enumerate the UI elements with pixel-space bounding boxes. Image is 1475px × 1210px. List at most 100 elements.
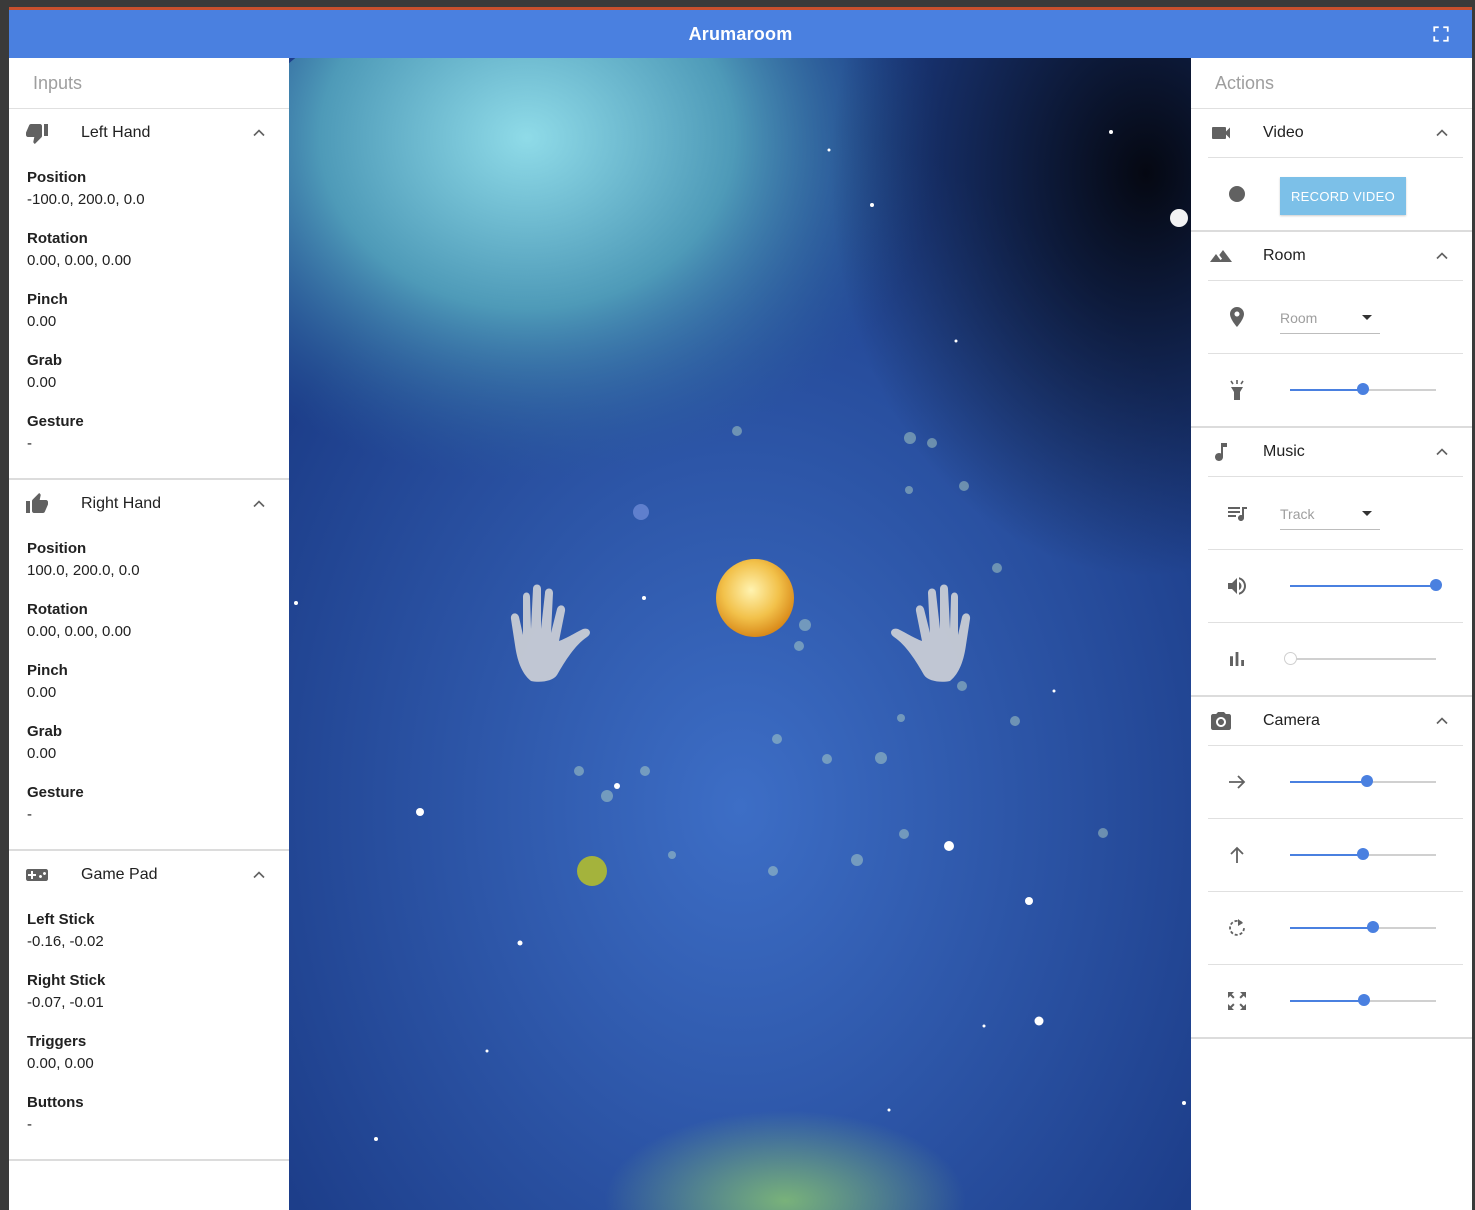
arrow-up-icon: [1225, 843, 1249, 867]
equalizer-slider[interactable]: [1284, 652, 1436, 665]
left-stick: Left Stick -0.16, -0.02: [27, 911, 104, 950]
chevron-up-icon[interactable]: [249, 123, 269, 143]
rotate-icon: [1225, 916, 1249, 940]
chevron-up-icon[interactable]: [1432, 442, 1452, 462]
track-select-value: Track: [1280, 506, 1315, 522]
video-header[interactable]: Video: [1191, 109, 1472, 157]
slider-thumb[interactable]: [1358, 994, 1371, 1006]
slider-thumb[interactable]: [1361, 775, 1374, 787]
space-scene-canvas[interactable]: [289, 58, 1191, 1210]
left-hand-cursor: [510, 584, 590, 682]
slider-thumb[interactable]: [1284, 652, 1297, 665]
small-blue-planet: [633, 504, 649, 520]
record-row: RECORD VIDEO: [1208, 157, 1463, 230]
chevron-up-icon[interactable]: [1432, 246, 1452, 266]
light-slider[interactable]: [1290, 383, 1436, 395]
camera-y-row: [1208, 818, 1463, 891]
equalizer-row: [1208, 622, 1463, 695]
room-title: Room: [1263, 247, 1306, 264]
camera-x-slider[interactable]: [1290, 775, 1436, 787]
app-bar: Arumaroom: [9, 10, 1472, 58]
actions-header: Actions: [1191, 58, 1472, 109]
sun-orb: [716, 559, 794, 637]
chevron-up-icon[interactable]: [1432, 123, 1452, 143]
slider-thumb[interactable]: [1357, 383, 1369, 395]
right-hand-position: Position 100.0, 200.0, 0.0: [27, 540, 140, 579]
camera-header[interactable]: Camera: [1191, 697, 1472, 745]
left-hand-pinch: Pinch 0.00: [27, 291, 68, 330]
camera-y-slider[interactable]: [1290, 848, 1436, 860]
music-title: Music: [1263, 443, 1305, 460]
video-title: Video: [1263, 124, 1304, 141]
dropdown-arrow-icon: [1362, 315, 1372, 320]
nebula-background: [289, 58, 1191, 1210]
room-section: Room Room: [1191, 232, 1472, 428]
slider-thumb[interactable]: [1430, 579, 1442, 591]
dropdown-arrow-icon: [1362, 511, 1372, 516]
thumb-down-icon: [25, 121, 49, 145]
left-hand-gesture: Gesture -: [27, 413, 84, 452]
game-pad-title: Game Pad: [81, 866, 158, 883]
music-section: Music Track: [1191, 428, 1472, 697]
left-hand-title: Left Hand: [81, 124, 151, 141]
left-hand-section: Left Hand Position -100.0, 200.0, 0.0 Rot…: [9, 109, 289, 480]
left-hand-header[interactable]: Left Hand: [9, 109, 289, 157]
camera-x-row: [1208, 745, 1463, 818]
track-select[interactable]: Track: [1280, 499, 1380, 530]
room-select-value: Room: [1280, 310, 1318, 326]
fullscreen-icon[interactable]: [1432, 25, 1450, 43]
flashlight-icon: [1225, 378, 1249, 402]
triggers: Triggers 0.00, 0.00: [27, 1033, 94, 1072]
slider-thumb[interactable]: [1367, 921, 1380, 933]
left-hand-position: Position -100.0, 200.0, 0.0: [27, 169, 145, 208]
video-section: Video RECORD VIDEO: [1191, 109, 1472, 232]
left-hand-rotation: Rotation 0.00, 0.00, 0.00: [27, 230, 132, 269]
right-hand-header[interactable]: Right Hand: [9, 480, 289, 528]
camera-zoom-row: [1208, 964, 1463, 1037]
camera-zoom-slider[interactable]: [1290, 994, 1436, 1006]
chevron-up-icon[interactable]: [249, 494, 269, 514]
camera-rotate-slider[interactable]: [1290, 921, 1436, 933]
terrain-icon: [1209, 244, 1233, 268]
right-hand-grab: Grab 0.00: [27, 723, 63, 762]
game-pad-header[interactable]: Game Pad: [9, 851, 289, 899]
right-hand-section: Right Hand Position 100.0, 200.0, 0.0 Rot…: [9, 480, 289, 851]
music-note-icon: [1209, 440, 1233, 464]
buttons: Buttons -: [27, 1094, 84, 1133]
right-hand-cursor: [891, 584, 971, 682]
volume-row: [1208, 549, 1463, 622]
thumb-up-icon: [25, 492, 49, 516]
volume-slider[interactable]: [1290, 579, 1442, 591]
chevron-up-icon[interactable]: [249, 865, 269, 885]
music-header[interactable]: Music: [1191, 428, 1472, 476]
room-header[interactable]: Room: [1191, 232, 1472, 280]
chevron-up-icon[interactable]: [1432, 711, 1452, 731]
queue-music-icon: [1225, 501, 1249, 525]
equalizer-icon: [1225, 647, 1249, 671]
green-planet: [577, 856, 607, 886]
zoom-out-map-icon: [1225, 989, 1249, 1013]
right-stick: Right Stick -0.07, -0.01: [27, 972, 106, 1011]
right-hand-gesture: Gesture -: [27, 784, 84, 823]
volume-up-icon: [1225, 574, 1249, 598]
right-hand-title: Right Hand: [81, 495, 162, 512]
record-dot-icon: [1225, 182, 1249, 206]
inputs-header: Inputs: [9, 58, 289, 109]
light-row: [1208, 353, 1463, 426]
room-select[interactable]: Room: [1280, 303, 1380, 334]
record-video-button[interactable]: RECORD VIDEO: [1280, 177, 1406, 215]
arrow-right-icon: [1225, 770, 1249, 794]
room-select-row: Room: [1208, 280, 1463, 353]
camera-section: Camera: [1191, 697, 1472, 1039]
location-pin-icon: [1225, 305, 1249, 329]
videocam-icon: [1209, 121, 1233, 145]
slider-thumb[interactable]: [1357, 848, 1369, 860]
camera-title: Camera: [1263, 712, 1320, 729]
camera-icon: [1209, 709, 1233, 733]
right-hand-rotation: Rotation 0.00, 0.00, 0.00: [27, 601, 132, 640]
left-hand-grab: Grab 0.00: [27, 352, 63, 391]
camera-rotate-row: [1208, 891, 1463, 964]
actions-panel: Actions Video RECORD VIDEO Room Room Mus…: [1191, 58, 1472, 1210]
track-select-row: Track: [1208, 476, 1463, 549]
gamepad-icon: [25, 863, 49, 887]
